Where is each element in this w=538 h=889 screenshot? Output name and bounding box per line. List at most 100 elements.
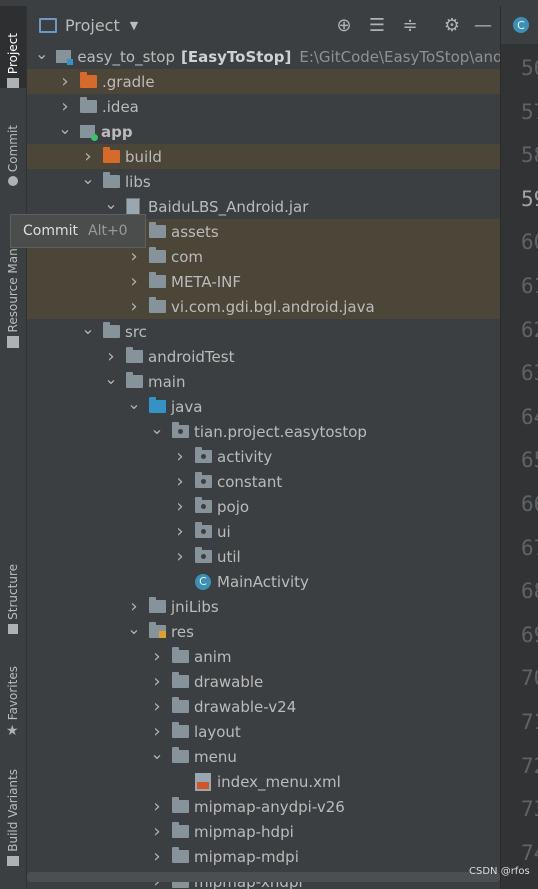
line-number: 60 [521, 230, 538, 255]
chevron-right-icon[interactable]: › [173, 496, 187, 517]
tree-row[interactable]: › META-INF [27, 269, 500, 294]
tree-row[interactable]: ⌄ main [27, 369, 500, 394]
chevron-down-icon[interactable]: ⌄ [81, 320, 95, 336]
chevron-right-icon[interactable]: › [81, 146, 95, 167]
chevron-down-icon[interactable]: ⌄ [104, 370, 118, 386]
tool-tab-build-variants[interactable]: Build Variants [0, 754, 26, 866]
tree-row[interactable]: ⌄ app [27, 119, 500, 144]
locate-icon[interactable]: ⊕ [332, 6, 356, 44]
tree-row[interactable]: C MainActivity [27, 569, 500, 594]
chevron-down-icon[interactable]: ⌄ [35, 45, 48, 61]
line-number: 66 [521, 492, 538, 516]
tree-row[interactable]: › anim [27, 644, 500, 669]
tree-row[interactable]: › jniLibs [27, 594, 500, 619]
chevron-right-icon[interactable]: › [127, 271, 141, 292]
chevron-down-icon[interactable]: ⌄ [58, 120, 72, 136]
chevron-down-icon[interactable]: ⌄ [127, 620, 141, 636]
line-number: 63 [521, 361, 538, 386]
tree-row[interactable]: ⌄ easy_to_stop [EasyToStop] E:\GitCode\Easy… [27, 44, 500, 69]
tree-item-label: menu [194, 747, 237, 766]
tool-tab-favorites[interactable]: Favorites ★ [0, 652, 26, 738]
chevron-down-icon[interactable]: ⌄ [150, 420, 164, 436]
tree-row[interactable]: › ui [27, 519, 500, 544]
tree-row[interactable]: › androidTest [27, 344, 500, 369]
chevron-right-icon[interactable]: › [127, 246, 141, 267]
expand-all-icon[interactable]: ☰ [365, 6, 389, 44]
chevron-right-icon[interactable]: › [127, 296, 141, 317]
chevron-down-icon[interactable]: ▼ [130, 19, 138, 32]
tree-row[interactable]: › drawable [27, 669, 500, 694]
tree-row[interactable]: › activity [27, 444, 500, 469]
tree-row[interactable]: › drawable-v24 [27, 694, 500, 719]
chevron-right-icon[interactable]: › [173, 446, 187, 467]
collapse-all-icon[interactable]: ≑ [398, 6, 422, 44]
tree-row[interactable]: ⌄ menu [27, 744, 500, 769]
hide-icon[interactable]: — [471, 6, 495, 44]
tool-tab-project[interactable]: Project [0, 6, 26, 88]
tree-row[interactable]: › build [27, 144, 500, 169]
tree-item-label: index_menu.xml [217, 772, 341, 791]
chevron-right-icon[interactable]: › [150, 646, 164, 667]
tree-row[interactable]: › mipmap-mdpi [27, 844, 500, 869]
tree-row[interactable]: index_menu.xml [27, 769, 500, 794]
folder-icon [103, 322, 120, 338]
tree-item-label: constant [217, 472, 283, 491]
tree-row[interactable]: › pojo [27, 494, 500, 519]
tree-row[interactable]: › layout [27, 719, 500, 744]
tree-row[interactable]: ⌄ src [27, 319, 500, 344]
tree-item-label: anim [194, 647, 232, 666]
line-number: 70 [521, 666, 538, 691]
tool-tab-structure[interactable]: Structure [0, 542, 26, 634]
tree-row[interactable]: › constant [27, 469, 500, 494]
chevron-down-icon[interactable]: ⌄ [81, 170, 95, 186]
chevron-right-icon[interactable]: › [58, 96, 72, 117]
tree-row[interactable]: › mipmap-anydpi-v26 [27, 794, 500, 819]
folder-icon [80, 97, 97, 113]
chevron-right-icon[interactable]: › [150, 696, 164, 717]
tree-row[interactable]: ⌄ libs [27, 169, 500, 194]
project-view-icon [39, 17, 57, 33]
tree-row[interactable]: › util [27, 544, 500, 569]
package-icon [195, 447, 212, 463]
tree-row[interactable]: ⌄ java [27, 394, 500, 419]
line-number: 62 [521, 317, 538, 342]
chevron-down-icon[interactable]: ⌄ [104, 195, 118, 211]
package-icon [172, 422, 189, 438]
class-icon: C [195, 573, 211, 590]
tree-row[interactable]: ⌄ tian.project.easytostop [27, 419, 500, 444]
settings-icon[interactable]: ⚙ [440, 6, 464, 44]
editor-tab[interactable]: C [501, 6, 538, 44]
tree-row[interactable]: › .idea [27, 94, 500, 119]
chevron-right-icon[interactable]: › [150, 671, 164, 692]
chevron-right-icon[interactable]: › [173, 471, 187, 492]
package-icon [195, 497, 212, 513]
project-view-selector[interactable]: Project [65, 16, 120, 35]
chevron-right-icon[interactable]: › [150, 721, 164, 742]
excluded-folder-icon [103, 147, 120, 163]
chevron-down-icon[interactable]: ⌄ [127, 395, 141, 411]
commit-tooltip: Commit Alt+0 [10, 214, 146, 248]
horizontal-scrollbar[interactable] [27, 872, 500, 882]
chevron-right-icon[interactable]: › [150, 821, 164, 842]
tree-item-label: .idea [102, 97, 139, 116]
folder-icon [149, 272, 166, 288]
chevron-right-icon[interactable]: › [173, 546, 187, 567]
line-number: 71 [521, 710, 538, 734]
folder-icon [149, 247, 166, 263]
chevron-right-icon[interactable]: › [104, 346, 118, 367]
line-number: 65 [521, 448, 538, 473]
chevron-right-icon[interactable]: › [150, 796, 164, 817]
android-icon [7, 856, 19, 866]
tree-item-label: app [101, 122, 133, 141]
chevron-down-icon[interactable]: ⌄ [150, 745, 164, 761]
chevron-right-icon[interactable]: › [150, 846, 164, 867]
chevron-right-icon[interactable]: › [127, 596, 141, 617]
tool-tab-commit[interactable]: Commit [0, 102, 26, 186]
chevron-right-icon[interactable]: › [173, 521, 187, 542]
tree-row[interactable]: › .gradle [27, 69, 500, 94]
tree-row[interactable]: ⌄ res [27, 619, 500, 644]
chevron-right-icon[interactable]: › [58, 71, 72, 92]
tree-row[interactable]: › vi.com.gdi.bgl.android.java [27, 294, 500, 319]
tree-row[interactable]: › mipmap-hdpi [27, 819, 500, 844]
tree-item-label: layout [194, 722, 241, 741]
